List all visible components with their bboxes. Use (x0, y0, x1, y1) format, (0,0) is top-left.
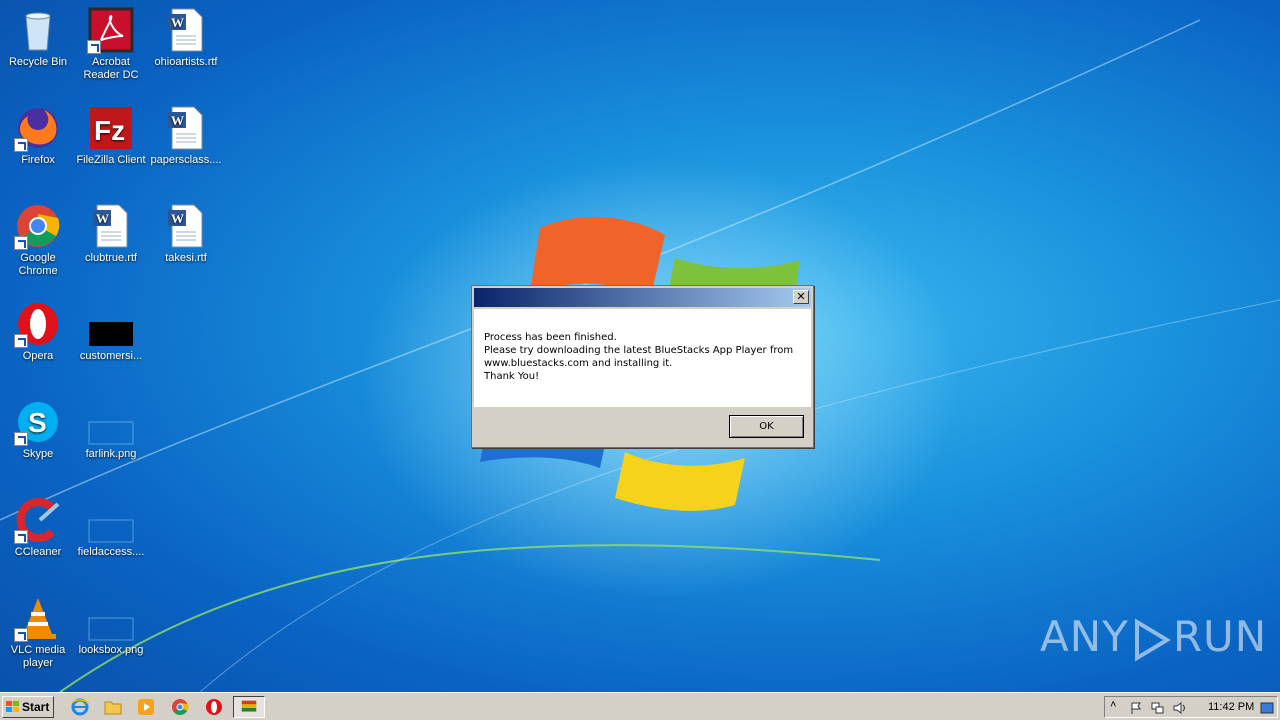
desktop-icon-filezilla[interactable]: Fz FileZilla Client (73, 104, 149, 167)
bluestacks-icon (241, 700, 257, 712)
show-desktop-icon[interactable] (1260, 701, 1274, 715)
desktop-icon-skype[interactable]: S Skype (0, 398, 76, 461)
desktop-icon-firefox[interactable]: Firefox (0, 104, 76, 167)
desktop-icon-takesi[interactable]: W takesi.rtf (148, 202, 224, 265)
desktop-icon-acrobat[interactable]: Acrobat Reader DC (73, 6, 149, 82)
dialog-titlebar[interactable]: ✕ (474, 288, 811, 307)
clock[interactable]: 11:42 PM (1208, 701, 1254, 713)
network-icon[interactable] (1151, 701, 1165, 715)
shortcut-arrow-icon (87, 40, 101, 54)
desktop-icon-chrome[interactable]: Google Chrome (0, 202, 76, 278)
show-hidden-icons-icon[interactable]: ˄ (1110, 699, 1124, 713)
svg-text:S: S (28, 407, 47, 438)
taskbar: Start ˄ 11:42 PM (0, 692, 1280, 720)
message-line: Thank You! (484, 371, 540, 382)
word-doc-icon: W (93, 204, 128, 248)
desktop-icon-papersclass[interactable]: W papersclass.... (148, 104, 224, 167)
quicklaunch-explorer[interactable] (104, 698, 122, 716)
shortcut-arrow-icon (14, 236, 28, 250)
anyrun-watermark: ANY RUN (1040, 612, 1267, 664)
icon-label: papersclass.... (150, 154, 222, 166)
close-icon: ✕ (796, 290, 806, 303)
folder-icon (104, 701, 122, 715)
windows-logo-icon (6, 701, 19, 712)
shortcut-arrow-icon (14, 334, 28, 348)
desktop-icon-fieldaccess[interactable]: fieldaccess.... (73, 496, 149, 559)
svg-text:W: W (171, 211, 184, 226)
icon-label: Opera (22, 350, 54, 362)
icon-label: FileZilla Client (76, 154, 146, 166)
volume-icon[interactable] (1173, 701, 1187, 715)
desktop-icon-farlink[interactable]: farlink.png (73, 398, 149, 461)
icon-label: takesi.rtf (165, 252, 207, 264)
png-icon (88, 421, 134, 445)
filezilla-icon: Fz (90, 107, 132, 149)
watermark-text-right: RUN (1172, 612, 1268, 661)
icon-label: CCleaner (14, 546, 62, 558)
system-tray: ˄ 11:42 PM (1104, 696, 1278, 718)
icon-label: farlink.png (85, 448, 137, 460)
watermark-text-left: ANY (1040, 612, 1129, 661)
media-player-icon (138, 699, 154, 715)
icon-label: Skype (22, 448, 54, 460)
icon-label: Recycle Bin (8, 56, 68, 68)
message-line: www.bluestacks.com and installing it. (484, 358, 673, 369)
desktop-icon-vlc[interactable]: VLC media player (0, 594, 76, 670)
black-image-icon (89, 322, 133, 346)
icon-label: clubtrue.rtf (85, 252, 137, 264)
message-line: Process has been finished. (484, 332, 617, 343)
quicklaunch-media-player[interactable] (137, 698, 155, 716)
message-line: Please try downloading the latest BlueSt… (484, 345, 794, 356)
ok-button[interactable]: OK (729, 415, 804, 438)
icon-label: VLC media player (10, 644, 66, 669)
quicklaunch-chrome[interactable] (171, 698, 189, 716)
desktop-icon-recycle-bin[interactable]: Recycle Bin (0, 6, 76, 69)
recycle-bin-icon (25, 12, 51, 51)
icon-label: ohioartists.rtf (154, 56, 218, 68)
svg-text:Fz: Fz (94, 115, 125, 146)
desktop-icon-looksbox[interactable]: looksbox.png (73, 594, 149, 657)
icon-label: Acrobat Reader DC (83, 56, 139, 81)
quicklaunch-opera[interactable] (205, 698, 223, 716)
opera-icon (206, 699, 222, 715)
png-icon (88, 519, 134, 543)
desktop-icon-clubtrue[interactable]: W clubtrue.rtf (73, 202, 149, 265)
desktop-icon-opera[interactable]: Opera (0, 300, 76, 363)
svg-text:W: W (171, 113, 184, 128)
taskbar-active-bluestacks[interactable] (233, 696, 265, 718)
icon-label: Firefox (21, 154, 55, 166)
desktop-icon-ccleaner[interactable]: CCleaner (0, 496, 76, 559)
shortcut-arrow-icon (14, 432, 28, 446)
ie-icon (71, 698, 89, 716)
shortcut-arrow-icon (14, 530, 28, 544)
message-dialog: ✕ Process has been finished. Please try … (471, 285, 814, 448)
svg-text:W: W (171, 15, 184, 30)
desktop-icon-customersi[interactable]: customersi... (73, 300, 149, 363)
action-center-flag-icon[interactable] (1129, 701, 1143, 715)
png-icon (88, 617, 134, 641)
dialog-footer: OK (472, 407, 813, 447)
icon-label: customersi... (79, 350, 143, 362)
play-icon (1134, 617, 1171, 662)
icon-label: looksbox.png (78, 644, 144, 656)
icon-label: Google Chrome (18, 252, 58, 277)
shortcut-arrow-icon (14, 628, 28, 642)
word-doc-icon: W (168, 8, 203, 52)
word-doc-icon: W (168, 106, 203, 150)
quicklaunch-ie[interactable] (71, 698, 89, 716)
close-button[interactable]: ✕ (793, 290, 809, 304)
svg-text:W: W (96, 211, 109, 226)
word-doc-icon: W (168, 204, 203, 248)
start-button[interactable]: Start (2, 696, 54, 718)
icon-label: fieldaccess.... (77, 546, 145, 558)
chrome-icon (172, 699, 189, 715)
shortcut-arrow-icon (14, 138, 28, 152)
dialog-message: Process has been finished. Please try do… (474, 309, 811, 407)
desktop-icon-ohioartists[interactable]: W ohioartists.rtf (148, 6, 224, 69)
start-label: Start (22, 700, 50, 714)
